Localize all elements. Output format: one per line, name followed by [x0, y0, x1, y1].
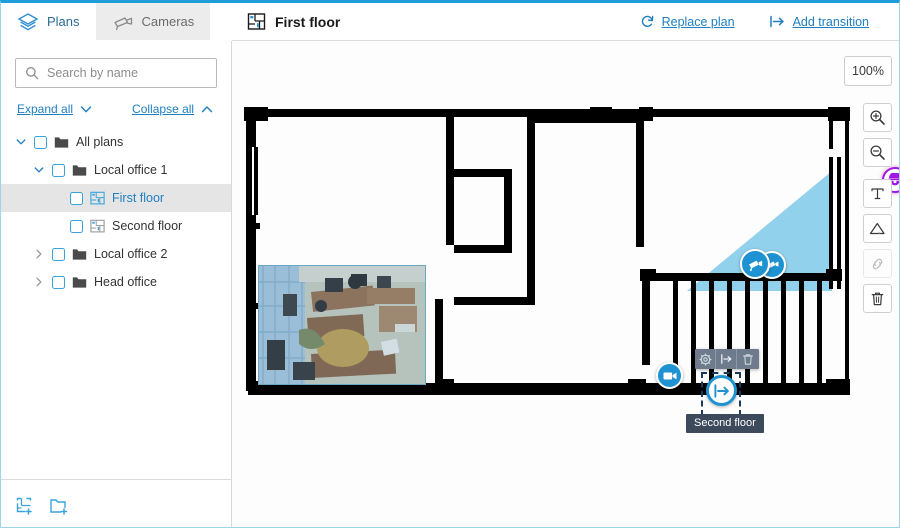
canvas-toolbar [863, 103, 892, 313]
expand-all-label: Expand all [17, 102, 74, 116]
tree-item-checkbox[interactable] [52, 275, 65, 289]
zoom-level-label: 100% [852, 64, 884, 78]
tree-item-second-floor[interactable]: Second floor [1, 212, 231, 240]
add-transition-label: Add transition [792, 14, 869, 29]
chevron-down-icon[interactable] [33, 164, 45, 176]
camera-icon [748, 260, 762, 271]
collapse-all-button[interactable]: Collapse all [132, 102, 213, 116]
chevron-placeholder [51, 220, 63, 232]
camera-icon [112, 13, 134, 31]
chevron-right-icon[interactable] [33, 248, 45, 260]
text-tool-button[interactable] [863, 179, 892, 208]
folder-icon [72, 248, 87, 261]
folder-icon [54, 136, 69, 149]
zoom-out-button[interactable] [863, 138, 892, 167]
search-input[interactable] [47, 66, 207, 80]
chevron-down-icon [80, 105, 92, 114]
replace-plan-button[interactable]: Replace plan [640, 14, 735, 29]
tree-item-all-plans[interactable]: All plans [1, 128, 231, 156]
zoom-out-icon [869, 144, 886, 161]
camera-marker-preview[interactable] [656, 362, 683, 389]
sidebar-footer [1, 479, 231, 527]
link-tool-button[interactable] [863, 249, 892, 278]
transition-arrow-icon [720, 353, 733, 365]
tree-item-local-office-1[interactable]: Local office 1 [1, 156, 231, 184]
angle-icon [869, 221, 886, 236]
chevron-down-icon[interactable] [15, 136, 27, 148]
plan-canvas[interactable]: 100% Second floor [232, 41, 899, 527]
tab-cameras[interactable]: Cameras [95, 3, 211, 41]
tab-plans-label: Plans [47, 14, 80, 29]
transition-button[interactable] [716, 349, 737, 369]
tree-item-label: Second floor [112, 219, 183, 233]
tree-item-first-floor[interactable]: First floor [1, 184, 231, 212]
tab-cameras-label: Cameras [141, 14, 195, 29]
floorplan-icon [90, 191, 105, 205]
tree-item-checkbox[interactable] [52, 247, 65, 261]
transition-arrow-icon [769, 14, 786, 29]
expand-all-button[interactable]: Expand all [17, 102, 92, 116]
layers-icon [17, 12, 39, 32]
main-tabs: Plans Cameras [1, 3, 232, 41]
tree-item-checkbox[interactable] [70, 219, 83, 233]
tree-item-checkbox[interactable] [70, 191, 83, 205]
tree-item-label: Local office 1 [94, 163, 168, 177]
header-actions: Replace plan Add transition [640, 14, 869, 29]
sidebar: Expand all Collapse all All plans Local o… [1, 41, 232, 527]
floorplan-icon [90, 219, 105, 233]
replace-plan-label: Replace plan [661, 14, 735, 29]
delete-button[interactable] [737, 349, 758, 369]
tree-item-checkbox[interactable] [34, 135, 47, 149]
folder-icon [72, 276, 87, 289]
tree-item-label: Head office [94, 275, 158, 289]
transition-arrow-icon [713, 383, 729, 398]
search-icon [25, 66, 39, 80]
zoom-in-button[interactable] [863, 103, 892, 132]
zoom-in-icon [869, 109, 886, 126]
trash-icon [870, 291, 885, 307]
plans-tree: All plans Local office 1 First floor Second… [1, 128, 231, 296]
zoom-level-badge[interactable]: 100% [844, 56, 892, 86]
add-plan-icon[interactable] [15, 496, 35, 516]
page-title: First floor [247, 12, 340, 31]
chevron-right-icon[interactable] [33, 276, 45, 288]
preview-image [259, 266, 425, 384]
search-box[interactable] [15, 58, 217, 88]
tree-controls: Expand all Collapse all [17, 102, 231, 116]
tree-item-local-office-2[interactable]: Local office 2 [1, 240, 231, 268]
tab-plans[interactable]: Plans [1, 3, 96, 41]
tree-item-label: All plans [76, 135, 124, 149]
floorplan-icon [247, 12, 266, 31]
add-folder-icon[interactable] [49, 496, 69, 516]
folder-icon [72, 164, 87, 177]
add-transition-button[interactable]: Add transition [769, 14, 869, 29]
tree-item-label: First floor [112, 191, 165, 205]
angle-tool-button[interactable] [863, 214, 892, 243]
settings-button[interactable] [695, 349, 716, 369]
camcorder-icon [663, 372, 676, 379]
gear-icon [698, 352, 712, 366]
transition-marker-label: Second floor [686, 414, 764, 433]
camera-live-preview[interactable] [258, 265, 426, 385]
text-icon [870, 186, 885, 201]
refresh-icon [640, 14, 655, 29]
content-header: First floor Replace plan Add transition [232, 3, 899, 41]
transition-marker[interactable] [706, 375, 737, 406]
trash-icon [742, 353, 754, 366]
tree-item-checkbox[interactable] [52, 163, 65, 177]
delete-button[interactable] [863, 284, 892, 313]
chain-link-icon [869, 256, 886, 272]
chevron-up-icon [201, 105, 213, 114]
page-title-label: First floor [275, 13, 341, 30]
camera-marker-pair-a[interactable] [740, 249, 770, 279]
tree-item-head-office[interactable]: Head office [1, 268, 231, 296]
marker-context-toolbar [695, 349, 759, 369]
chevron-placeholder [51, 192, 63, 204]
app-window: Plans Cameras First floor Replace plan A… [0, 0, 900, 528]
tree-item-label: Local office 2 [94, 247, 168, 261]
collapse-all-label: Collapse all [132, 102, 195, 116]
